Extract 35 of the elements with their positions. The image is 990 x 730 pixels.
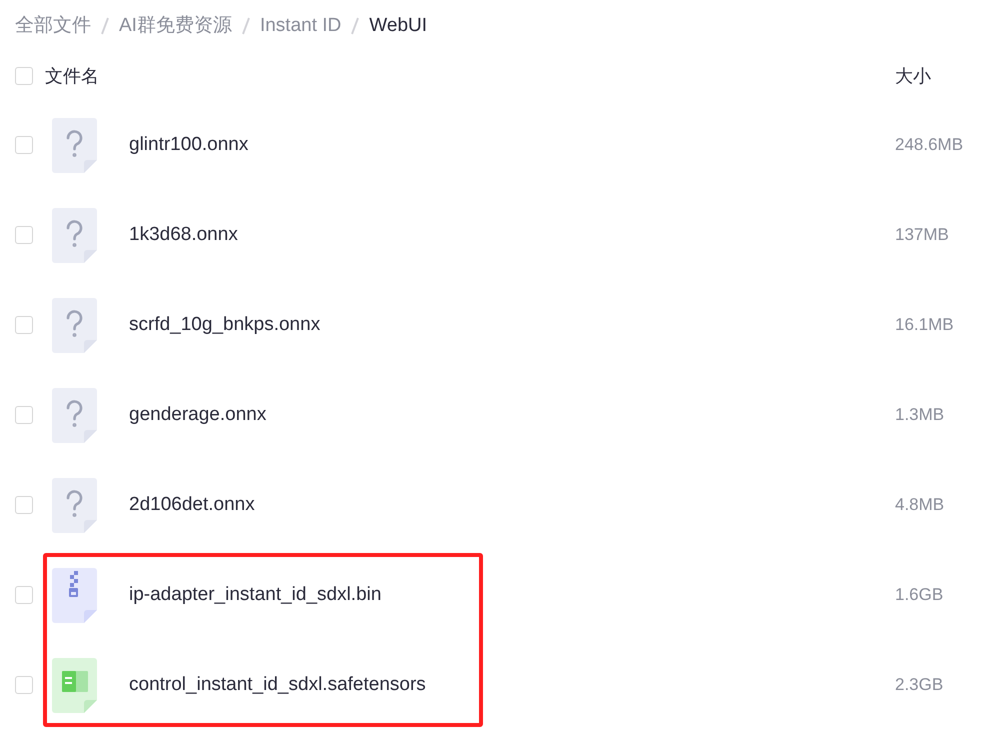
file-size: 248.6MB — [895, 134, 964, 156]
checkbox[interactable] — [15, 496, 33, 514]
file-size: 16.1MB — [895, 314, 955, 336]
unknown-file-icon — [52, 478, 97, 532]
checkbox[interactable] — [15, 586, 33, 604]
checkbox[interactable] — [15, 67, 33, 85]
checkbox[interactable] — [15, 676, 33, 694]
checkbox[interactable] — [15, 226, 33, 244]
file-size: 4.8MB — [895, 494, 946, 516]
column-header: 文件名 — [45, 64, 99, 88]
document-file-icon — [52, 658, 97, 712]
file-name[interactable]: glintr100.onnx — [129, 130, 248, 160]
file-size: 137MB — [895, 224, 950, 246]
file-name[interactable]: control_instant_id_sdxl.safetensors — [129, 670, 426, 700]
file-name[interactable]: 2d106det.onnx — [129, 490, 255, 520]
slash-separator-icon — [351, 17, 360, 35]
unknown-file-icon — [52, 118, 97, 172]
file-name[interactable]: scrfd_10g_bnkps.onnx — [129, 310, 320, 340]
unknown-file-icon — [52, 208, 97, 262]
slash-separator-icon — [101, 17, 109, 35]
zip-file-icon — [52, 568, 97, 622]
checkbox[interactable] — [15, 136, 33, 154]
file-size: 1.3MB — [895, 404, 946, 426]
breadcrumb-link[interactable]: WebUI — [369, 12, 428, 40]
column-header: 大小 — [895, 64, 932, 88]
file-name[interactable]: 1k3d68.onnx — [129, 220, 238, 250]
checkbox[interactable] — [15, 406, 33, 424]
file-name[interactable]: ip-adapter_instant_id_sdxl.bin — [129, 580, 382, 610]
file-size: 1.6GB — [895, 584, 944, 606]
unknown-file-icon — [52, 388, 97, 442]
checkbox[interactable] — [15, 316, 33, 334]
file-size: 2.3GB — [895, 674, 944, 696]
slash-separator-icon — [242, 17, 250, 35]
file-name[interactable]: genderage.onnx — [129, 400, 266, 430]
unknown-file-icon — [52, 298, 97, 352]
